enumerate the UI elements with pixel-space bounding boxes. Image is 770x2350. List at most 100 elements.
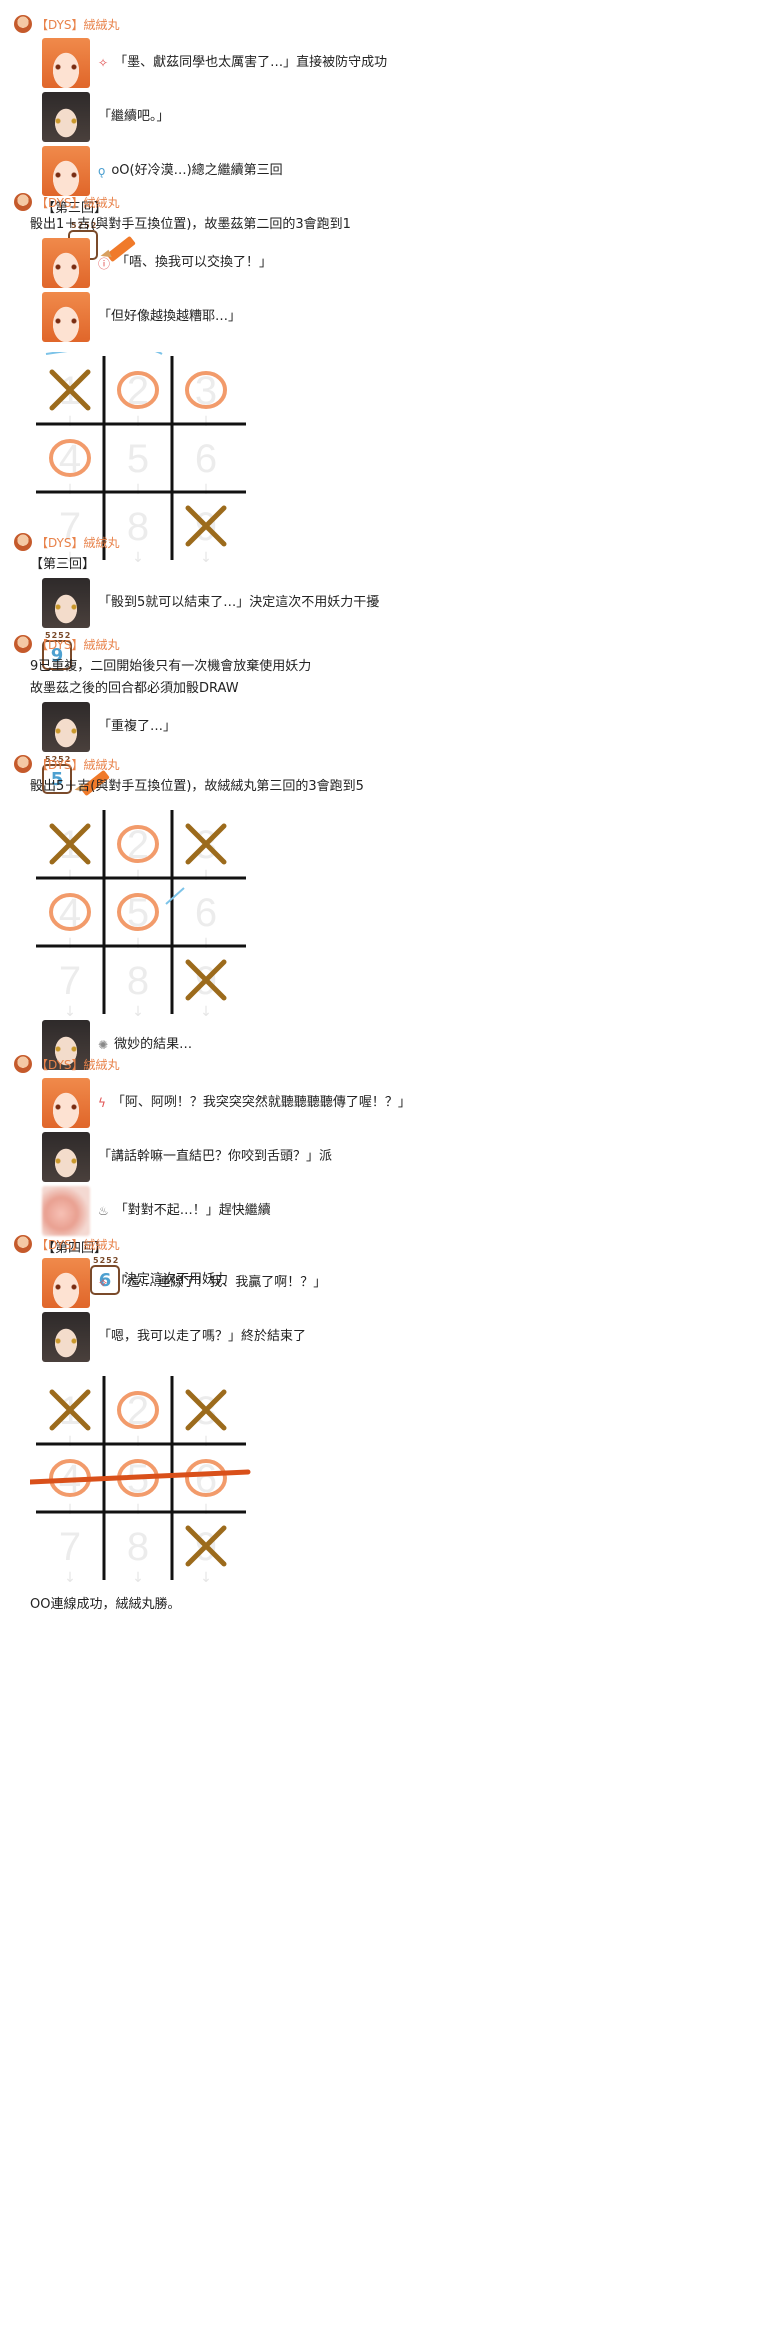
author-name[interactable]: 【DYS】絨絨丸 — [36, 756, 120, 773]
cell-number: 7 — [59, 959, 81, 1003]
move-arrow-icon — [165, 887, 185, 905]
down-arrow-icon: ↓ — [64, 1004, 76, 1016]
down-arrow-icon: ↓ — [132, 868, 144, 884]
sparkle-icon: ✺ — [98, 1038, 109, 1052]
character-portrait-orange — [42, 292, 90, 342]
post-header: 【DYS】絨絨丸 — [14, 634, 754, 654]
down-arrow-icon: ↓ — [132, 1004, 144, 1016]
tictactoe-board: 1↓2↓3↓4↓5↓6↓7↓8↓9↓ — [36, 352, 246, 562]
dialogue-text: 「講話幹嘛一直結巴？你咬到舌頭？」派 — [98, 1149, 333, 1164]
dialogue-line: ǫ oO(好冷漠…)總之繼續第三回 — [42, 146, 754, 196]
down-arrow-icon: ↓ — [64, 1570, 76, 1582]
cell-number: 5 — [127, 437, 149, 481]
dialogue-line: 「繼續吧。」 — [42, 92, 754, 142]
character-portrait-orange — [42, 146, 90, 196]
down-arrow-icon: ↓ — [200, 1502, 212, 1518]
dialogue-text: 「唔、換我可以交換了！」 — [116, 255, 273, 270]
dialogue-line: 「嗯，我可以走了嗎？」終於結束了 — [42, 1312, 754, 1362]
cell-number: 8 — [127, 959, 149, 1003]
down-arrow-icon: ↓ — [64, 1502, 76, 1518]
dialogue-text: 「墨、獻茲同學也太厲害了…」直接被防守成功 — [114, 55, 388, 70]
character-portrait-orange — [42, 38, 90, 88]
down-arrow-icon: ↓ — [132, 482, 144, 498]
dialogue-line: 「講話幹嘛一直結巴？你咬到舌頭？」派 — [42, 1132, 754, 1182]
post-header: 【DYS】絨絨丸 — [14, 754, 754, 774]
down-arrow-icon: ↓ — [132, 414, 144, 430]
round-label: 【第三回】 — [30, 557, 96, 572]
character-portrait-orange — [42, 1258, 90, 1308]
post-description: 故墨茲之後的回合都必須加骰DRAW — [30, 681, 239, 696]
cell-number: 6 — [195, 437, 217, 481]
character-portrait-dark — [42, 92, 90, 142]
down-arrow-icon: ↓ — [132, 1502, 144, 1518]
character-portrait-blurred — [42, 1186, 90, 1236]
down-arrow-icon: ↓ — [200, 868, 212, 884]
post-header: 【DYS】絨絨丸 — [14, 14, 754, 34]
character-portrait-orange — [42, 1078, 90, 1128]
post-7: 【DYS】絨絨丸 ✧ 「這….連線了！我、我贏了啊！？」 「嗯，我可以走了嗎？」… — [14, 1234, 754, 1614]
swap-arrow-icon — [45, 352, 163, 355]
author-name[interactable]: 【DYS】絨絨丸 — [36, 534, 120, 551]
post-description: 9已重複，二回開始後只有一次機會放棄使用妖力 — [30, 659, 312, 674]
down-arrow-icon: ↓ — [200, 414, 212, 430]
down-arrow-icon: ↓ — [64, 936, 76, 952]
dialogue-line: 「重複了…」 — [42, 702, 754, 752]
author-name[interactable]: 【DYS】絨絨丸 — [36, 16, 120, 33]
author-name[interactable]: 【DYS】絨絨丸 — [36, 1056, 120, 1073]
author-avatar[interactable] — [14, 533, 32, 551]
post-header: 【DYS】絨絨丸 — [14, 1234, 754, 1254]
dialogue-line: ✧ 「這….連線了！我、我贏了啊！？」 — [42, 1258, 754, 1308]
author-name[interactable]: 【DYS】絨絨丸 — [36, 1236, 120, 1253]
dialogue-text: 「重複了…」 — [98, 719, 177, 734]
author-avatar[interactable] — [14, 755, 32, 773]
tictactoe-board: 1↓2↓3↓4↓5↓6↓7↓8↓9↓ — [30, 1376, 251, 1582]
dialogue-line: ⓘ 「唔、換我可以交換了！」 — [42, 238, 754, 288]
author-avatar[interactable] — [14, 1235, 32, 1253]
down-arrow-icon: ↓ — [64, 868, 76, 884]
dialogue-line: 「骰到5就可以結束了…」決定這次不用妖力干擾 — [42, 578, 754, 628]
dialogue-text: 「這….連線了！我、我贏了啊！？」 — [114, 1275, 327, 1290]
down-arrow-icon: ↓ — [132, 936, 144, 952]
bow-icon: ♨ — [98, 1204, 109, 1218]
dialogue-line: 「但好像越換越糟耶…」 — [42, 292, 754, 342]
post-header: 【DYS】絨絨丸 — [14, 1054, 754, 1074]
author-name[interactable]: 【DYS】絨絨丸 — [36, 636, 120, 653]
flustered-icon: ✧ — [98, 1276, 109, 1290]
author-avatar[interactable] — [14, 1055, 32, 1073]
dialogue-text: 微妙的結果… — [114, 1037, 193, 1052]
dialogue-text: 「但好像越換越糟耶…」 — [98, 309, 242, 324]
cell-number: 8 — [127, 1525, 149, 1569]
flustered-icon: ✧ — [98, 56, 109, 70]
down-arrow-icon: ↓ — [132, 1570, 144, 1582]
down-arrow-icon: ↓ — [132, 1434, 144, 1450]
author-name[interactable]: 【DYS】絨絨丸 — [36, 194, 120, 211]
dialogue-text: 「嗯，我可以走了嗎？」終於結束了 — [98, 1329, 307, 1344]
character-portrait-dark — [42, 578, 90, 628]
dialogue-text: oO(好冷漠…)總之繼續第三回 — [111, 163, 283, 178]
ending-line: OO連線成功，絨絨丸勝。 — [30, 1597, 181, 1612]
dialogue-text: 「阿、阿咧！？我突突突然就聽聽聽聽傳了喔！？」 — [111, 1095, 411, 1110]
post-description: 骰出1＋吉(與對手互換位置)，故墨茲第二回的3會跑到1 — [30, 217, 351, 232]
shock-icon: ϟ — [98, 1096, 106, 1110]
down-arrow-icon: ↓ — [200, 1434, 212, 1450]
author-avatar[interactable] — [14, 193, 32, 211]
dialogue-text: 「繼續吧。」 — [98, 109, 170, 124]
dialogue-line: ϟ 「阿、阿咧！？我突突突然就聽聽聽聽傳了喔！？」 — [42, 1078, 754, 1128]
post-description: 骰出5＋吉(與對手互換位置)，故絨絨丸第三回的3會跑到5 — [30, 779, 364, 794]
alert-icon: ⓘ — [98, 256, 111, 271]
dialogue-line: ✧ 「墨、獻茲同學也太厲害了…」直接被防守成功 — [42, 38, 754, 88]
down-arrow-icon: ↓ — [200, 482, 212, 498]
cell-number: 6 — [195, 891, 217, 935]
character-portrait-dark — [42, 702, 90, 752]
down-arrow-icon: ↓ — [64, 482, 76, 498]
post-2: 【DYS】絨絨丸 骰出1＋吉(與對手互換位置)，故墨茲第二回的3會跑到1 ⓘ 「… — [14, 192, 754, 562]
sweat-drop-icon: ǫ — [98, 164, 106, 178]
down-arrow-icon: ↓ — [64, 1434, 76, 1450]
author-avatar[interactable] — [14, 15, 32, 33]
character-portrait-dark — [42, 1132, 90, 1182]
author-avatar[interactable] — [14, 635, 32, 653]
down-arrow-icon: ↓ — [200, 1570, 212, 1582]
post-header: 【DYS】絨絨丸 — [14, 532, 754, 552]
cell-number: 7 — [59, 1525, 81, 1569]
dialogue-text: 「對對不起…！」趕快繼續 — [114, 1203, 271, 1218]
